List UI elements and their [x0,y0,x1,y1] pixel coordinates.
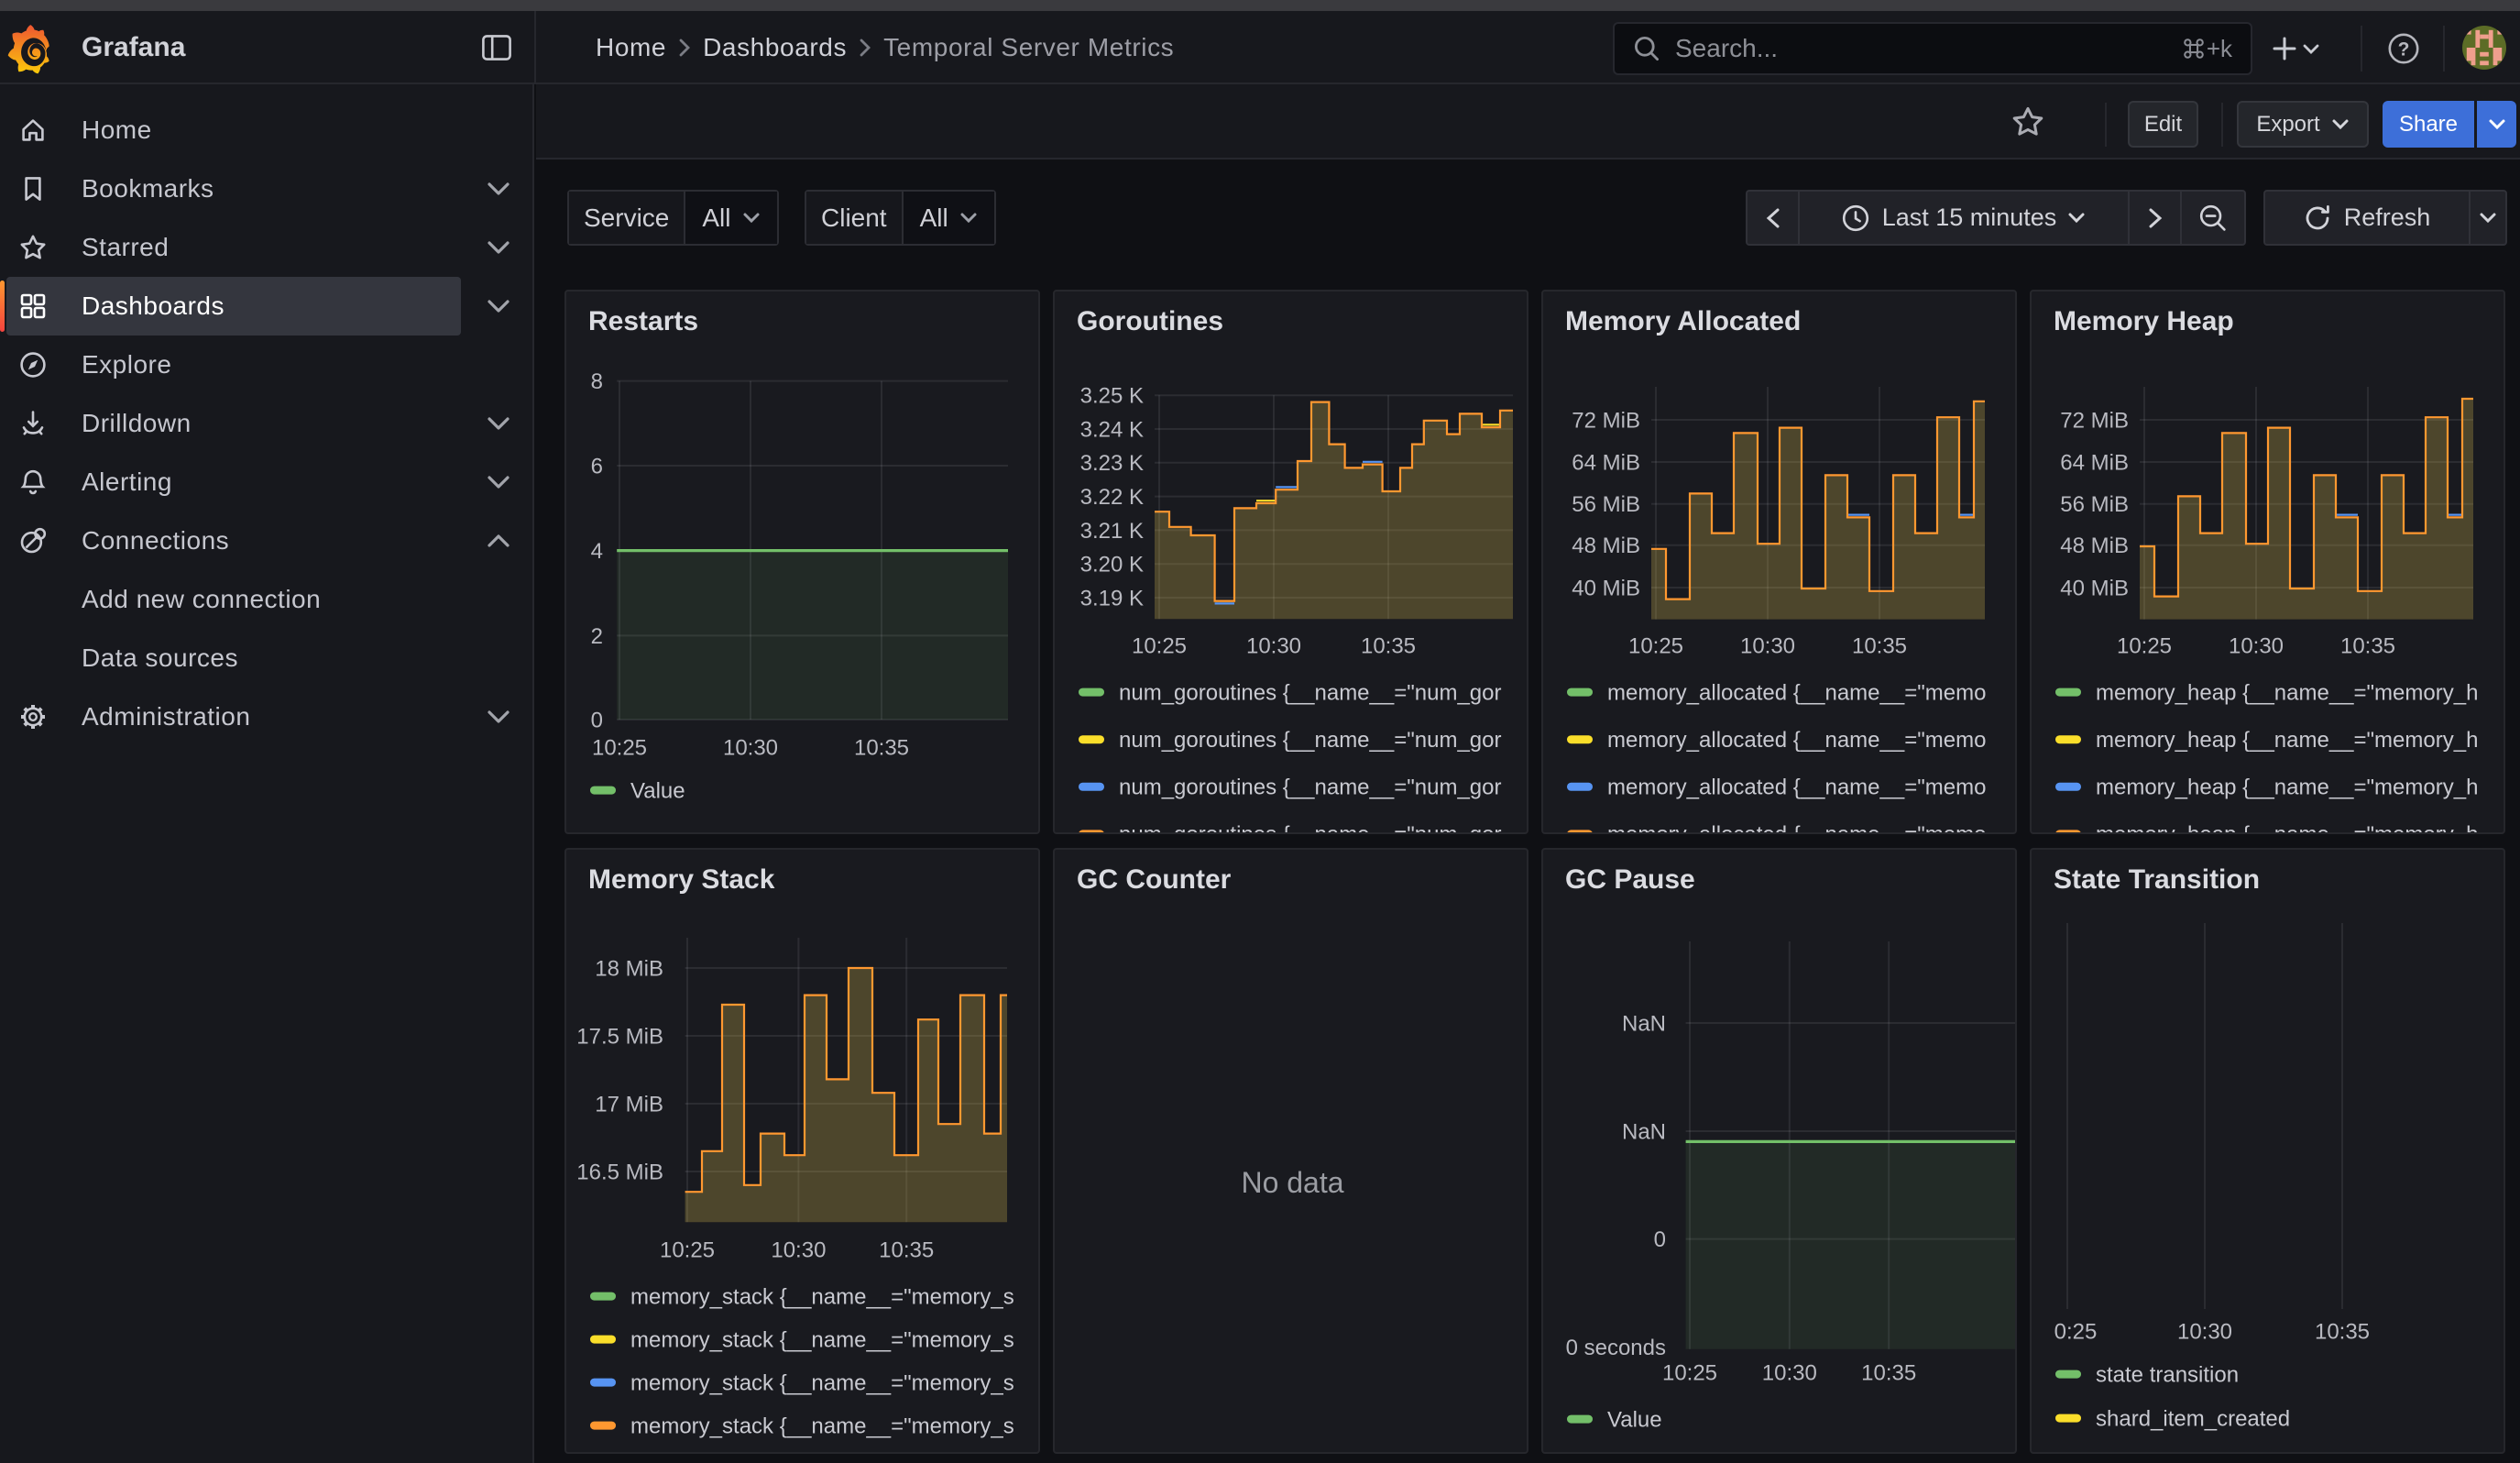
svg-text:10:35: 10:35 [1852,633,1907,658]
svg-text:memory_stack {__name__="memory: memory_stack {__name__="memory_s [630,1327,1014,1352]
svg-text:3.24 K: 3.24 K [1080,417,1144,442]
svg-text:?: ? [2398,38,2410,60]
svg-text:memory_heap {__name__="memory_: memory_heap {__name__="memory_h [2096,728,2478,753]
svg-text:72 MiB: 72 MiB [2060,408,2129,433]
svg-text:10:35: 10:35 [1361,633,1416,658]
svg-text:4: 4 [591,539,603,564]
svg-text:num_goroutines {__name__="num_: num_goroutines {__name__="num_gor [1119,822,1501,834]
svg-text:3.19 K: 3.19 K [1080,586,1144,610]
svg-text:0:25: 0:25 [2054,1319,2098,1344]
svg-text:40 MiB: 40 MiB [1572,576,1640,600]
svg-text:10:35: 10:35 [879,1238,934,1262]
svg-text:56 MiB: 56 MiB [1572,492,1640,517]
svg-text:6: 6 [591,454,603,478]
svg-text:10:30: 10:30 [771,1238,826,1262]
svg-text:0: 0 [591,708,603,732]
svg-text:3.23 K: 3.23 K [1080,451,1144,476]
svg-text:num_goroutines {__name__="num_: num_goroutines {__name__="num_gor [1119,728,1501,753]
svg-text:8: 8 [591,369,603,394]
svg-text:10:30: 10:30 [2229,633,2284,658]
svg-text:10:25: 10:25 [660,1238,715,1262]
svg-text:10:30: 10:30 [723,735,778,760]
svg-text:10:35: 10:35 [2340,633,2395,658]
svg-text:10:25: 10:25 [2117,633,2172,658]
svg-text:memory_stack {__name__="memory: memory_stack {__name__="memory_s [630,1370,1014,1395]
svg-text:Value: Value [1607,1407,1662,1432]
svg-text:10:25: 10:25 [592,735,647,760]
svg-text:memory_heap {__name__="memory_: memory_heap {__name__="memory_h [2096,680,2478,705]
svg-text:NaN: NaN [1622,1011,1666,1036]
svg-text:memory_stack {__name__="memory: memory_stack {__name__="memory_s [630,1414,1014,1438]
svg-text:10:35: 10:35 [2315,1319,2370,1344]
svg-text:0 seconds: 0 seconds [1566,1336,1666,1360]
svg-text:40 MiB: 40 MiB [2060,576,2129,600]
svg-text:10:35: 10:35 [1861,1360,1916,1385]
svg-text:48 MiB: 48 MiB [2060,534,2129,558]
svg-text:10:30: 10:30 [1762,1360,1817,1385]
svg-text:56 MiB: 56 MiB [2060,492,2129,517]
svg-text:48 MiB: 48 MiB [1572,534,1640,558]
svg-text:2: 2 [591,624,603,649]
svg-text:10:25: 10:25 [1662,1360,1717,1385]
svg-text:No data: No data [1241,1166,1343,1199]
svg-text:num_goroutines {__name__="num_: num_goroutines {__name__="num_gor [1119,776,1501,800]
svg-text:memory_stack {__name__="memory: memory_stack {__name__="memory_s [630,1284,1014,1309]
svg-text:10:30: 10:30 [1740,633,1795,658]
svg-text:3.20 K: 3.20 K [1080,553,1144,578]
svg-text:memory_allocated {__name__="me: memory_allocated {__name__="memo [1607,680,1986,705]
svg-text:17.5 MiB: 17.5 MiB [576,1024,663,1049]
svg-text:3.22 K: 3.22 K [1080,485,1144,510]
svg-text:64 MiB: 64 MiB [1572,450,1640,475]
svg-text:64 MiB: 64 MiB [2060,450,2129,475]
svg-text:memory_allocated {__name__="me: memory_allocated {__name__="memo [1607,822,1986,834]
svg-text:10:30: 10:30 [1246,633,1301,658]
svg-text:memory_heap {__name__="memory_: memory_heap {__name__="memory_h [2096,822,2478,834]
svg-text:10:25: 10:25 [1132,633,1187,658]
svg-text:memory_allocated {__name__="me: memory_allocated {__name__="memo [1607,776,1986,800]
svg-text:18 MiB: 18 MiB [595,956,663,981]
svg-text:memory_allocated {__name__="me: memory_allocated {__name__="memo [1607,728,1986,753]
svg-text:0: 0 [1654,1227,1666,1252]
svg-text:10:25: 10:25 [1628,633,1683,658]
svg-text:memory_heap {__name__="memory_: memory_heap {__name__="memory_h [2096,776,2478,800]
svg-text:3.21 K: 3.21 K [1080,519,1144,544]
svg-text:17 MiB: 17 MiB [595,1092,663,1116]
svg-text:16.5 MiB: 16.5 MiB [576,1160,663,1184]
svg-text:Value: Value [630,778,685,803]
svg-text:10:30: 10:30 [2177,1319,2232,1344]
svg-text:NaN: NaN [1622,1119,1666,1144]
svg-text:72 MiB: 72 MiB [1572,408,1640,433]
svg-text:num_goroutines {__name__="num_: num_goroutines {__name__="num_gor [1119,680,1501,705]
svg-text:10:35: 10:35 [854,735,909,760]
svg-text:shard_item_created: shard_item_created [2096,1406,2290,1431]
svg-text:3.25 K: 3.25 K [1080,384,1144,409]
svg-text:state transition: state transition [2096,1362,2239,1387]
